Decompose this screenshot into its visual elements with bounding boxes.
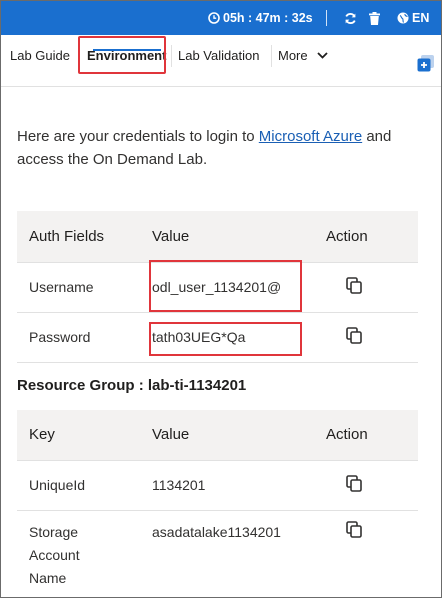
top-bar: 05h : 47m : 32s EN (1, 1, 441, 35)
environment-tab-highlight (78, 36, 166, 74)
intro-text: Here are your credentials to login to (17, 128, 259, 145)
language-selector[interactable]: EN (397, 1, 429, 35)
tab-label: More (278, 47, 308, 63)
table-row: Storage Account Name asadatalake1134201 (17, 510, 418, 597)
add-window-icon[interactable] (416, 53, 436, 73)
storage-account-value: asadatalake1134201 (152, 523, 281, 540)
column-header: Key (29, 426, 55, 444)
tab-bar: Lab Guide Environment Lab Validation Mor… (1, 35, 441, 87)
timer-text: 05h : 47m : 32s (223, 11, 313, 25)
topbar-divider (326, 10, 327, 26)
copy-button[interactable] (308, 262, 418, 312)
copy-icon (346, 475, 362, 492)
tab-label: Lab Guide (10, 47, 70, 63)
table-header-row: Key Value Action (17, 410, 418, 460)
app-frame: 05h : 47m : 32s EN Lab Guide Environment… (0, 0, 442, 598)
copy-icon (346, 327, 362, 344)
password-highlight (149, 322, 302, 356)
resource-group-table: Key Value Action UniqueId 1134201 Storag… (17, 410, 418, 597)
tab-label: Lab Validation (178, 47, 260, 63)
globe-icon (397, 12, 409, 24)
microsoft-azure-link[interactable]: Microsoft Azure (259, 128, 362, 145)
clock-icon (208, 12, 220, 24)
language-label: EN (412, 11, 430, 25)
column-header: Auth Fields (29, 227, 105, 245)
tab-lab-guide[interactable]: Lab Guide (10, 35, 70, 75)
copy-icon (346, 277, 362, 294)
table-row: UniqueId 1134201 (17, 460, 418, 510)
copy-button[interactable] (308, 312, 418, 362)
field-name: Password (29, 329, 91, 345)
tab-divider (171, 45, 172, 67)
username-highlight (149, 260, 302, 312)
unique-id-value: 1134201 (152, 477, 206, 493)
tab-lab-validation[interactable]: Lab Validation (178, 35, 259, 75)
refresh-icon (345, 12, 356, 24)
column-header: Value (152, 426, 190, 444)
tab-more[interactable]: More (278, 35, 328, 75)
field-name: Username (29, 279, 94, 295)
key-name: Storage Account Name (29, 523, 80, 586)
trash-icon (369, 11, 380, 25)
copy-button[interactable] (308, 510, 418, 597)
copy-button[interactable] (308, 460, 418, 510)
delete-button[interactable] (369, 1, 380, 35)
credentials-intro: Here are your credentials to login to Mi… (17, 125, 427, 171)
key-name: UniqueId (29, 477, 86, 493)
column-header: Value (152, 227, 190, 245)
tab-divider (271, 45, 272, 67)
timer: 05h : 47m : 32s (208, 1, 313, 35)
column-header: Action (326, 426, 368, 444)
column-header: Action (326, 227, 368, 245)
table-header-row: Auth Fields Value Action (17, 211, 418, 262)
chevron-down-icon (316, 51, 328, 59)
resource-group-title: Resource Group : lab-ti-1134201 (17, 377, 247, 394)
copy-icon (346, 520, 362, 538)
refresh-button[interactable] (344, 1, 357, 35)
